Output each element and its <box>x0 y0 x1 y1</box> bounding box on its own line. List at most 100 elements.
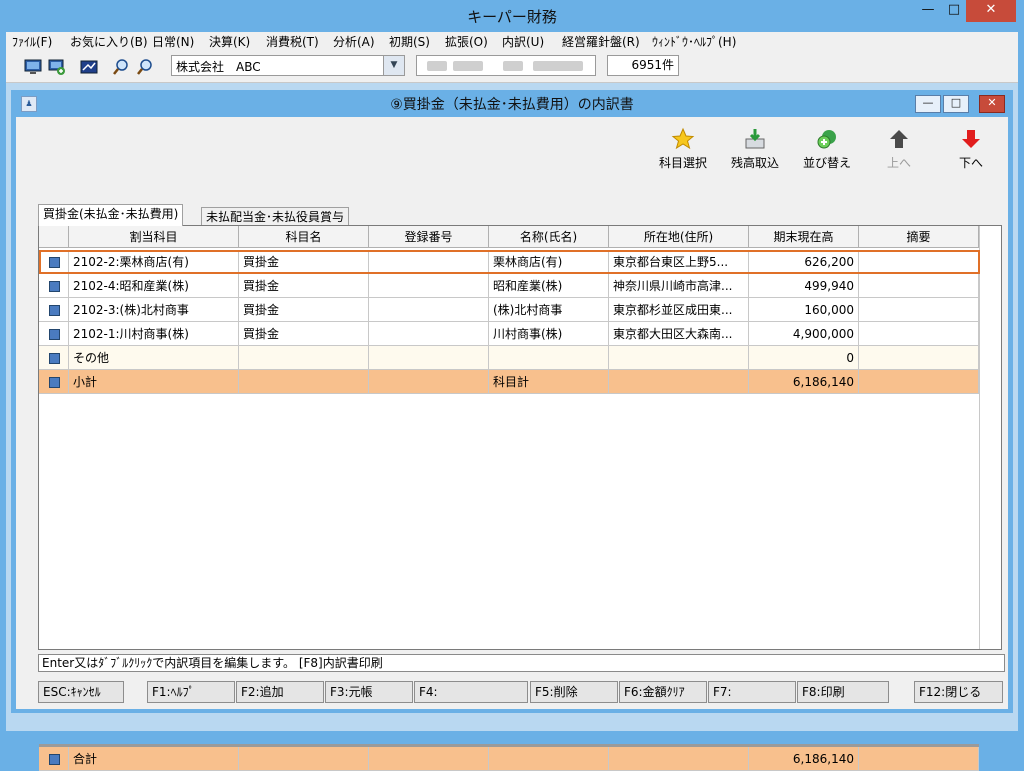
cell-registration-no <box>369 370 489 394</box>
cell-remarks <box>859 370 979 394</box>
menu-file[interactable]: ﾌｧｲﾙ(F) <box>12 33 52 51</box>
cell-name: 科目計 <box>489 370 609 394</box>
cell-account-name <box>239 346 369 370</box>
cell-address: 東京都杉並区成田東... <box>609 298 749 322</box>
esc-cancel-button[interactable]: ESC:ｷｬﾝｾﾙ <box>38 681 124 703</box>
cell-account-name: 買掛金 <box>239 298 369 322</box>
cell-address: 神奈川県川崎市高津... <box>609 274 749 298</box>
cell-name <box>489 346 609 370</box>
cell-registration-no <box>369 274 489 298</box>
tab-unpaid-dividends[interactable]: 未払配当金･未払役員賞与 <box>201 207 350 226</box>
header-balance[interactable]: 期末現在高 <box>749 226 859 248</box>
cell-registration-no <box>369 298 489 322</box>
menu-tax[interactable]: 消費税(T) <box>266 33 319 51</box>
dialog-maximize-button[interactable]: □ <box>943 95 969 113</box>
zoom-out-icon[interactable] <box>136 58 154 76</box>
menu-window-help[interactable]: ｳｨﾝﾄﾞｳ･ﾍﾙﾌﾟ(H) <box>652 33 736 51</box>
row-checkbox[interactable] <box>49 353 60 364</box>
menu-initial[interactable]: 初期(S) <box>389 33 430 51</box>
main-window: キーパー財務 — □ ✕ ﾌｧｲﾙ(F) お気に入り(B) 日常(N) 決算(K… <box>0 0 1024 771</box>
f3-ledger-button[interactable]: F3:元帳 <box>325 681 413 703</box>
maximize-button[interactable]: □ <box>942 0 966 22</box>
cell-assigned-account: 2102-4:昭和産業(株) <box>69 274 239 298</box>
import-balance-button[interactable]: 残高取込 <box>720 121 790 171</box>
table-row[interactable]: 2102-1:川村商事(株) 買掛金 川村商事(株) 東京都大田区大森南... … <box>39 322 979 346</box>
header-select <box>39 226 69 248</box>
select-account-button[interactable]: 科目選択 <box>648 121 718 171</box>
cell-registration-no <box>369 747 489 771</box>
menu-closing[interactable]: 決算(K) <box>209 33 250 51</box>
cell-name: 川村商事(株) <box>489 322 609 346</box>
cell-registration-no <box>369 322 489 346</box>
f8-print-button[interactable]: F8:印刷 <box>797 681 889 703</box>
cell-account-name <box>239 747 369 771</box>
sort-button[interactable]: 並び替え <box>792 121 862 171</box>
f6-clear-amount-button[interactable]: F6:金額ｸﾘｱ <box>619 681 707 703</box>
cell-account-name: 買掛金 <box>239 274 369 298</box>
cell-registration-no <box>369 346 489 370</box>
table-row[interactable]: 2102-4:昭和産業(株) 買掛金 昭和産業(株) 神奈川県川崎市高津... … <box>39 274 979 298</box>
vertical-scrollbar[interactable] <box>979 226 1001 649</box>
company-name: 株式会社 ABC <box>176 60 261 74</box>
table-row[interactable]: 2102-3:(株)北村商事 買掛金 (株)北村商事 東京都杉並区成田東... … <box>39 298 979 322</box>
cell-balance: 0 <box>749 346 859 370</box>
minimize-button[interactable]: — <box>916 0 940 22</box>
header-address[interactable]: 所在地(住所) <box>609 226 749 248</box>
f12-close-button[interactable]: F12:閉じる <box>914 681 1003 703</box>
cell-assigned-account: 2102-1:川村商事(株) <box>69 322 239 346</box>
company-select[interactable]: 株式会社 ABC ▼ <box>171 55 405 76</box>
monitor-add-icon[interactable] <box>48 58 66 76</box>
menu-daily[interactable]: 日常(N) <box>152 33 194 51</box>
zoom-in-icon[interactable] <box>112 58 130 76</box>
table-row-subtotal[interactable]: 小計 科目計 6,186,140 <box>39 370 979 394</box>
record-count: 6951件 <box>607 55 679 76</box>
menu-compass[interactable]: 経営羅針盤(R) <box>562 33 640 51</box>
row-checkbox[interactable] <box>49 281 60 292</box>
monitor-icon[interactable] <box>24 58 42 76</box>
cell-name <box>489 747 609 771</box>
arrow-up-icon <box>890 130 908 148</box>
cell-remarks <box>859 747 979 771</box>
close-button[interactable]: ✕ <box>966 0 1016 22</box>
dialog-body: 科目選択 残高取込 並び替え 上へ 下へ 買掛金(未払金･未払費用) 未払配当金… <box>16 117 1008 771</box>
f4-button[interactable]: F4: <box>414 681 528 703</box>
chevron-down-icon[interactable]: ▼ <box>383 56 404 75</box>
menu-analysis[interactable]: 分析(A) <box>333 33 375 51</box>
header-name[interactable]: 名称(氏名) <box>489 226 609 248</box>
table-row-total[interactable]: 合計 6,186,140 <box>39 744 979 771</box>
tab-accounts-payable[interactable]: 買掛金(未払金･未払費用) <box>38 204 184 226</box>
f2-add-button[interactable]: F2:追加 <box>236 681 324 703</box>
dialog-close-button[interactable]: ✕ <box>979 95 1005 113</box>
cell-address <box>609 346 749 370</box>
cell-account-name: 買掛金 <box>239 322 369 346</box>
cell-balance: 160,000 <box>749 298 859 322</box>
menu-favorites[interactable]: お気に入り(B) <box>70 33 148 51</box>
move-up-button[interactable]: 上へ <box>864 121 934 171</box>
row-checkbox[interactable] <box>49 754 60 765</box>
move-down-button[interactable]: 下へ <box>936 121 1006 171</box>
header-registration-no[interactable]: 登録番号 <box>369 226 489 248</box>
f1-help-button[interactable]: F1:ﾍﾙﾌﾟ <box>147 681 235 703</box>
header-remarks[interactable]: 摘要 <box>859 226 979 248</box>
cell-balance: 6,186,140 <box>749 370 859 394</box>
row-checkbox[interactable] <box>49 329 60 340</box>
cell-remarks <box>859 346 979 370</box>
header-account-name[interactable]: 科目名 <box>239 226 369 248</box>
menu-bar: ﾌｧｲﾙ(F) お気に入り(B) 日常(N) 決算(K) 消費税(T) 分析(A… <box>6 32 1018 52</box>
header-assigned-account[interactable]: 割当科目 <box>69 226 239 248</box>
menu-breakdown[interactable]: 内訳(U) <box>502 33 544 51</box>
arrow-down-icon <box>962 130 980 148</box>
f7-button[interactable]: F7: <box>708 681 796 703</box>
row-checkbox[interactable] <box>49 305 60 316</box>
row-checkbox[interactable] <box>49 377 60 388</box>
sort-icon <box>817 130 836 149</box>
menu-extend[interactable]: 拡張(O) <box>445 33 488 51</box>
chart-icon[interactable] <box>80 58 98 76</box>
cell-remarks <box>859 274 979 298</box>
cell-balance: 499,940 <box>749 274 859 298</box>
cell-address <box>609 370 749 394</box>
cell-address: 東京都大田区大森南... <box>609 322 749 346</box>
table-row-other[interactable]: その他 0 <box>39 346 979 370</box>
dialog-minimize-button[interactable]: — <box>915 95 941 113</box>
f5-delete-button[interactable]: F5:削除 <box>530 681 618 703</box>
